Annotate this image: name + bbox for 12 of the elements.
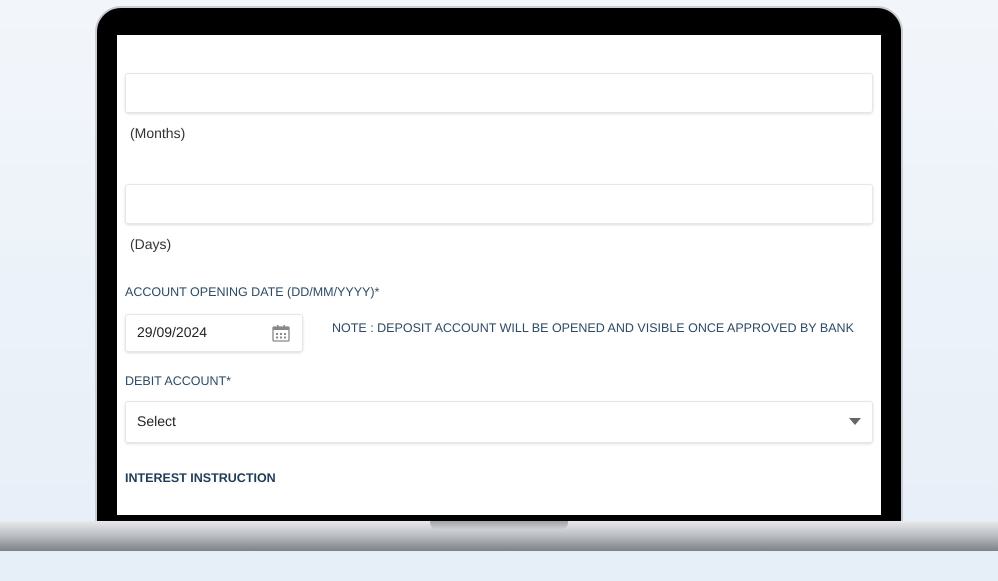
caret-icon bbox=[849, 418, 861, 425]
section-heading: INTEREST INSTRUCTION bbox=[125, 470, 277, 486]
field-caption: (Days) bbox=[129, 235, 172, 254]
select-dropdown[interactable]: Select bbox=[125, 400, 873, 442]
field-label: DEBIT ACCOUNT* bbox=[125, 372, 232, 390]
field-caption: (Months) bbox=[129, 124, 186, 143]
input-field[interactable] bbox=[125, 73, 873, 113]
input-field[interactable] bbox=[125, 184, 873, 224]
date-field[interactable]: 29/09/2024 bbox=[125, 314, 303, 352]
note-text: NOTE : DEPOSIT ACCOUNT WILL BE OPENED AND VISIBLE ONCE APPROVED BY BANK bbox=[332, 320, 854, 338]
calendar-icon[interactable] bbox=[271, 322, 291, 343]
field-label: ACCOUNT OPENING DATE (DD/MM/YYYY)* bbox=[125, 284, 380, 301]
